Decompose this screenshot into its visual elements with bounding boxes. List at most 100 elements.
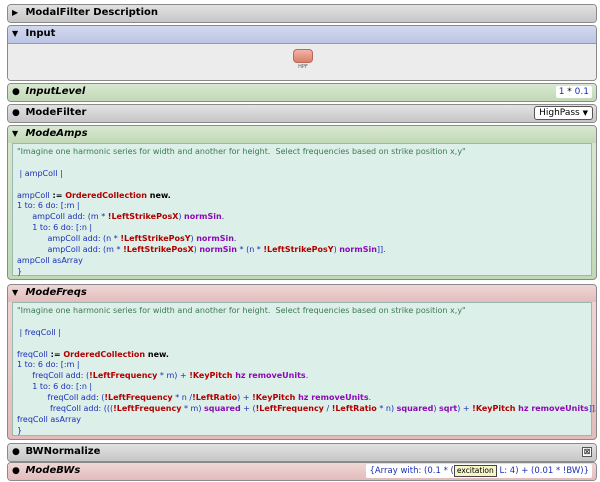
mode-freqs-code-editor[interactable]: "Imagine one harmonic series for width a… xyxy=(12,302,596,436)
mode-filter-select[interactable]: HighPass ▼ xyxy=(534,106,593,120)
code-token: normSin xyxy=(199,245,237,255)
code-token: hz removeUnits xyxy=(232,371,306,381)
input-level-op: * xyxy=(567,87,572,97)
code-token: } xyxy=(17,266,23,276)
code-line: ampColl add: (m * !LeftStrikePosX) normS… xyxy=(17,212,587,223)
code-token: . xyxy=(305,371,309,381)
hpf-node-label: HPF xyxy=(298,64,308,70)
code-token: freqColl add: ( xyxy=(17,371,90,381)
code-token: !LeftFrequency xyxy=(255,404,324,414)
code-line: 1 to: 6 do: [:m | xyxy=(17,360,587,371)
code-token: !LeftRatio xyxy=(331,404,377,414)
mode-bws-header[interactable]: ● ModeBWs {Array with: (0.1 * (excitatio… xyxy=(8,463,596,480)
code-line: ampColl add: (n * !LeftStrikePosY) normS… xyxy=(17,234,587,245)
code-token: freqColl add: ((( xyxy=(17,404,114,414)
code-line: | freqColl | xyxy=(17,328,587,339)
bw-normalize-panel: ● BWNormalize ⊠ xyxy=(7,443,597,462)
code-token: normSin xyxy=(339,245,377,255)
code-token: ]]. xyxy=(376,245,386,255)
code-token: ampColl asArray xyxy=(17,255,83,265)
description-header[interactable]: ▶ ModalFilter Description xyxy=(8,5,596,22)
mode-amps-code-editor[interactable]: "Imagine one harmonic series for width a… xyxy=(12,143,592,276)
expanded-triangle-icon[interactable]: ▼ xyxy=(12,126,22,142)
code-token: !LeftRatio xyxy=(192,393,238,403)
code-token: 1 to: 6 do: [:n | xyxy=(17,382,93,392)
code-line: freqColl add: (!LeftFrequency * m) + !Ke… xyxy=(17,371,587,382)
mode-bws-title: ModeBWs xyxy=(25,465,81,476)
code-token: * m) xyxy=(181,404,204,414)
code-line: } xyxy=(17,267,587,278)
chevron-down-icon: ▼ xyxy=(582,109,588,117)
code-token: } xyxy=(17,425,23,435)
mode-filter-selected: HighPass xyxy=(539,108,580,118)
code-token: 1 to: 6 do: [ xyxy=(17,201,64,211)
code-token: !KeyPitch xyxy=(189,371,233,381)
code-token: * m) + xyxy=(157,371,190,381)
code-token: !LeftStrikePosY xyxy=(120,234,191,244)
expanded-triangle-icon[interactable]: ▼ xyxy=(12,285,22,301)
bw-normalize-title: BWNormalize xyxy=(25,446,101,457)
code-token: ampColl add: (n * xyxy=(17,234,121,244)
code-token: OrderedCollection xyxy=(65,190,147,200)
code-token: OrderedCollection xyxy=(63,349,146,359)
code-token: "Imagine one harmonic series for width a… xyxy=(17,306,466,315)
code-line: ampColl := OrderedCollection new. xyxy=(17,191,587,202)
code-line: freqColl add: (!LeftFrequency * n /!Left… xyxy=(17,393,587,404)
input-header[interactable]: ▼ Input xyxy=(8,26,596,43)
code-token: "Imagine one harmonic series for width a… xyxy=(17,147,466,156)
code-token: !LeftFrequency xyxy=(89,371,158,381)
code-line: freqColl := OrderedCollection new. xyxy=(17,350,587,361)
code-token: squared xyxy=(396,404,434,414)
mode-bws-expr-prefix: {Array with: (0.1 * ( xyxy=(369,466,454,476)
filter-node-icon xyxy=(293,49,313,63)
collapsed-triangle-icon[interactable]: ▶ xyxy=(12,5,22,21)
code-token: !LeftStrikePosY xyxy=(263,245,334,255)
input-level-value-field[interactable]: 1 * 0.1 xyxy=(555,86,592,98)
mode-filter-panel: ● ModeFilter HighPass ▼ xyxy=(7,104,597,123)
input-panel: ▼ Input HPF xyxy=(7,25,597,81)
code-token: new. xyxy=(145,349,169,359)
excitation-badge[interactable]: excitation xyxy=(453,465,497,477)
description-panel: ▶ ModalFilter Description xyxy=(7,4,597,23)
code-line: | ampColl | xyxy=(17,169,587,180)
input-level-header[interactable]: ● InputLevel 1 * 0.1 xyxy=(8,84,596,101)
code-token: ]]. xyxy=(588,404,597,414)
code-token: | freqColl | xyxy=(17,327,61,337)
code-token: :m xyxy=(63,201,75,211)
code-token: * (n * xyxy=(236,245,264,255)
bullet-icon: ● xyxy=(12,87,20,97)
input-level-value-b: 0.1 xyxy=(574,87,589,97)
code-line: 1 to: 6 do: [:m | xyxy=(17,201,587,212)
code-token: 1 to: 6 do: [:m | xyxy=(17,360,80,370)
mode-filter-title: ModeFilter xyxy=(25,107,87,118)
description-title: ModalFilter Description xyxy=(25,7,158,18)
bw-normalize-checkbox[interactable]: ⊠ xyxy=(582,447,592,457)
mode-freqs-panel: ▼ ModeFreqs "Imagine one harmonic series… xyxy=(7,284,597,440)
code-token: !KeyPitch xyxy=(472,404,516,414)
code-token: ) + xyxy=(237,393,253,403)
mode-freqs-header[interactable]: ▼ ModeFreqs xyxy=(8,285,596,302)
code-token: + ( xyxy=(240,404,256,414)
code-token: := xyxy=(47,349,64,359)
bw-normalize-header[interactable]: ● BWNormalize ⊠ xyxy=(8,444,596,461)
mode-amps-header[interactable]: ▼ ModeAmps xyxy=(8,126,596,143)
code-token: ampColl add: (m * xyxy=(17,245,124,255)
code-token: squared xyxy=(203,404,241,414)
code-line: 1 to: 6 do: [:n | xyxy=(17,382,587,393)
code-token: freqColl add: ( xyxy=(17,393,105,403)
code-token: | ampColl | xyxy=(17,168,63,178)
hpf-node[interactable]: HPF xyxy=(290,49,316,75)
mode-freqs-title: ModeFreqs xyxy=(25,287,87,298)
code-token: . xyxy=(368,393,372,403)
mode-bws-value-field[interactable]: {Array with: (0.1 * (excitation L: 4) + … xyxy=(366,464,592,478)
mode-amps-panel: ▼ ModeAmps "Imagine one harmonic series … xyxy=(7,125,597,280)
code-token: sqrt xyxy=(438,404,458,414)
mode-filter-header[interactable]: ● ModeFilter HighPass ▼ xyxy=(8,105,596,122)
input-level-panel: ● InputLevel 1 * 0.1 xyxy=(7,83,597,102)
expanded-triangle-icon[interactable]: ▼ xyxy=(12,26,22,42)
bullet-icon: ● xyxy=(12,108,20,118)
